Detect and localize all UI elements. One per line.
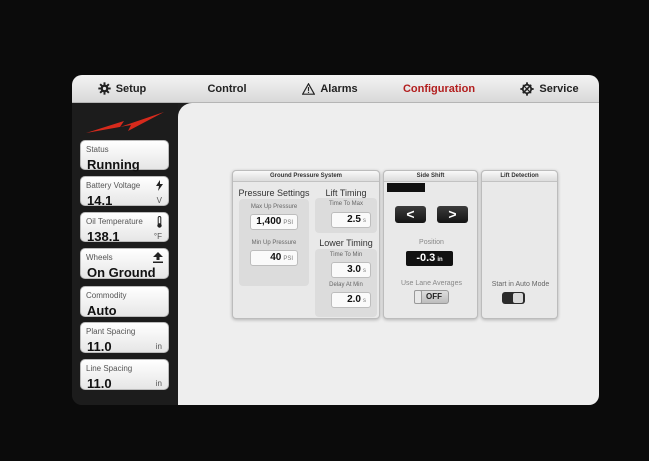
gear-icon: [98, 82, 111, 95]
lift-timing-title: Lift Timing: [325, 188, 367, 198]
time-to-max-field[interactable]: 2.5 s: [331, 212, 371, 228]
use-lane-averages-label: Use Lane Averages: [401, 280, 462, 287]
time-to-min-field[interactable]: 3.0 s: [331, 262, 371, 278]
start-auto-mode-toggle[interactable]: [502, 292, 525, 304]
line-spacing-card[interactable]: Line Spacing 11.0 in: [80, 359, 169, 391]
battery-voltage-value: 14.1: [87, 193, 113, 208]
oil-temperature-value: 138.1: [87, 229, 120, 244]
min-up-pressure-label: Min Up Pressure: [251, 240, 297, 246]
oil-temperature-unit: °F: [153, 232, 162, 241]
position-display: -0.3 in: [406, 251, 453, 266]
tab-service-label: Service: [539, 82, 579, 95]
ground-pressure-panel: Ground Pressure System Pressure Settings…: [232, 170, 380, 319]
max-up-pressure-value: 1,400: [256, 216, 282, 227]
delay-at-min-value: 2.0: [347, 294, 361, 305]
line-spacing-label: Line Spacing: [86, 364, 133, 373]
oil-temperature-card[interactable]: Oil Temperature 138.1 °F: [80, 212, 169, 244]
side-shift-panel: Side Shift < > Position -0.3 in Use Lane …: [383, 170, 478, 319]
plant-spacing-card[interactable]: Plant Spacing 11.0 in: [80, 322, 169, 354]
pressure-settings-title: Pressure Settings: [238, 188, 310, 198]
status-label: Status: [86, 145, 109, 154]
tab-configuration-label: Configuration: [402, 82, 476, 95]
battery-voltage-card[interactable]: Battery Voltage 14.1 V: [80, 176, 169, 208]
start-auto-mode-label: Start in Auto Mode: [491, 281, 550, 288]
min-up-pressure-unit: PSI: [283, 256, 293, 262]
status-card[interactable]: Status Running: [80, 140, 169, 172]
shift-left-button[interactable]: <: [395, 206, 426, 223]
delay-at-min-label: Delay At Min: [329, 282, 363, 288]
max-up-pressure-field[interactable]: 1,400 PSI: [250, 214, 298, 230]
delay-at-min-field[interactable]: 2.0 s: [331, 292, 371, 308]
delay-at-min-unit: s: [363, 298, 366, 304]
use-lane-averages-state: OFF: [426, 292, 442, 301]
toggle-knob: [414, 290, 422, 304]
oil-temperature-label: Oil Temperature: [86, 217, 143, 226]
wrench-gear-icon: [520, 81, 535, 96]
sidebar: Status Running Battery Voltage 14.1 V Oi…: [72, 103, 178, 405]
position-label: Position: [419, 239, 444, 246]
position-value: -0.3: [416, 252, 436, 264]
status-value: Running: [87, 157, 140, 172]
commodity-card[interactable]: Commodity Auto: [80, 286, 169, 318]
min-up-pressure-field[interactable]: 40 PSI: [250, 250, 298, 266]
lower-timing-title: Lower Timing: [319, 238, 373, 248]
ground-pressure-title: Ground Pressure System: [233, 171, 379, 182]
min-up-pressure-value: 40: [270, 252, 282, 263]
upload-arrow-icon: [153, 252, 163, 266]
red-lightning-logo: [86, 112, 164, 133]
time-to-min-label: Time To Min: [329, 252, 363, 258]
side-shift-indicator: [387, 183, 425, 192]
hmi-screen: Setup Control Alarms Configuration Servi…: [72, 75, 599, 405]
wheels-value: On Ground: [87, 265, 156, 280]
time-to-max-label: Time To Max: [328, 201, 363, 207]
line-spacing-unit: in: [155, 379, 162, 388]
lower-timing-box: Time To Min 3.0 s Delay At Min 2.0 s: [315, 249, 377, 317]
time-to-min-unit: s: [363, 268, 366, 274]
lift-timing-box: Time To Max 2.5 s: [315, 198, 377, 233]
commodity-value: Auto: [87, 303, 117, 318]
max-up-pressure-unit: PSI: [283, 220, 293, 226]
max-up-pressure-label: Max Up Pressure: [250, 204, 298, 210]
tab-service[interactable]: Service: [500, 75, 599, 102]
wheels-label: Wheels: [86, 253, 113, 262]
time-to-min-value: 3.0: [347, 264, 361, 275]
tab-configuration[interactable]: Configuration: [378, 75, 500, 102]
top-nav: Setup Control Alarms Configuration Servi…: [72, 75, 599, 103]
main-content: Ground Pressure System Pressure Settings…: [178, 103, 599, 405]
tab-setup-label: Setup: [115, 82, 147, 95]
lift-detection-title: Lift Detection: [482, 171, 557, 182]
time-to-max-value: 2.5: [347, 214, 361, 225]
line-spacing-value: 11.0: [87, 376, 112, 391]
battery-voltage-label: Battery Voltage: [86, 181, 141, 190]
tab-setup[interactable]: Setup: [72, 75, 172, 102]
tab-alarms-label: Alarms: [320, 82, 358, 95]
plant-spacing-unit: in: [155, 342, 162, 351]
tab-control[interactable]: Control: [172, 75, 282, 102]
tab-alarms[interactable]: Alarms: [282, 75, 378, 102]
toggle-knob: [513, 293, 523, 303]
lightning-icon: [156, 180, 163, 194]
wheels-card[interactable]: Wheels On Ground: [80, 248, 169, 280]
tab-control-label: Control: [207, 82, 247, 95]
pressure-settings-box: Max Up Pressure 1,400 PSI Min Up Pressure…: [239, 199, 309, 286]
plant-spacing-label: Plant Spacing: [86, 327, 136, 336]
commodity-label: Commodity: [86, 291, 127, 300]
position-unit: in: [437, 257, 443, 263]
shift-right-button[interactable]: >: [437, 206, 468, 223]
time-to-max-unit: s: [363, 218, 366, 224]
lift-detection-panel: Lift Detection Start in Auto Mode: [481, 170, 558, 319]
use-lane-averages-toggle[interactable]: OFF: [414, 290, 449, 304]
plant-spacing-value: 11.0: [87, 339, 112, 354]
side-shift-title: Side Shift: [384, 171, 477, 182]
thermometer-icon: [156, 216, 163, 231]
battery-voltage-unit: V: [156, 196, 162, 205]
warning-icon: [302, 82, 316, 95]
